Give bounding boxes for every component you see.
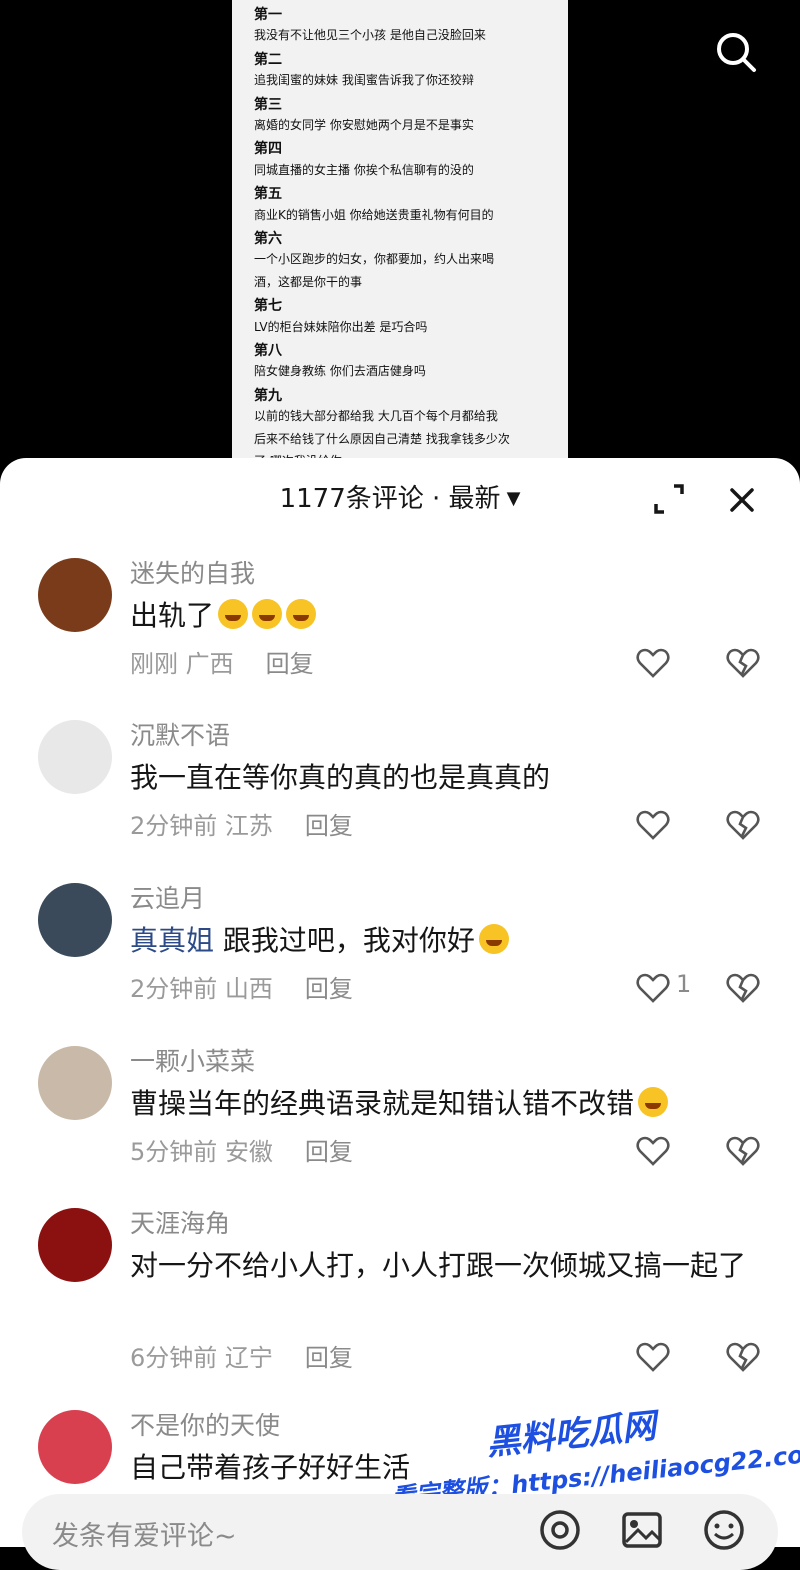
avatar[interactable] xyxy=(38,558,112,632)
post-text-line: 商业K的销售小姐 你给她送贵重礼物有何目的 xyxy=(254,207,494,222)
comment-input-bar[interactable]: 发条有爱评论~ xyxy=(22,1494,778,1570)
comment-region: 辽宁 xyxy=(224,1344,273,1372)
like-heart-icon[interactable] xyxy=(636,808,670,842)
post-section-heading: 第六 xyxy=(254,231,282,247)
post-section-heading: 第五 xyxy=(254,186,282,203)
comment-username[interactable]: 不是你的天使 xyxy=(130,1406,280,1442)
laugh-emoji-icon xyxy=(218,599,249,629)
post-section-heading: 第三 xyxy=(254,96,282,113)
dislike-broken-heart-icon[interactable] xyxy=(726,1340,760,1374)
at-mention-icon[interactable] xyxy=(538,1508,582,1552)
post-section-heading: 第九 xyxy=(254,387,282,404)
comment-username[interactable]: 云追月 xyxy=(130,879,205,915)
comment-meta: 6分钟前 辽宁 回复 xyxy=(130,1338,353,1373)
laugh-emoji-icon xyxy=(252,599,283,629)
comment-text: 对一分不给小人打，小人打跟一次倾城又搞一起了 xyxy=(130,1244,760,1288)
post-text-line: 一个小区跑步的妇女，你都要加，约人出来喝 xyxy=(254,252,495,267)
comment-username[interactable]: 天涯海角 xyxy=(130,1204,230,1240)
reply-button[interactable]: 回复 xyxy=(305,975,353,1003)
close-icon[interactable] xyxy=(724,482,760,518)
comment-time: 5分钟前 xyxy=(130,1138,218,1166)
comment-text: 真真姐 跟我过吧，我对你好 xyxy=(130,919,760,963)
dislike-broken-heart-icon[interactable] xyxy=(726,646,760,680)
dislike-broken-heart-icon[interactable] xyxy=(726,971,760,1005)
comment-body: 自己带着孩子好好生活 xyxy=(130,1451,411,1484)
post-text-line: 酒，这都是你干的事 xyxy=(254,274,363,289)
comment-time: 6分钟前 xyxy=(130,1344,218,1372)
comment-meta: 5分钟前 安徽 回复 xyxy=(130,1132,353,1167)
comment-body: 跟我过吧，我对你好 xyxy=(222,924,475,957)
comment-username[interactable]: 一颗小菜菜 xyxy=(130,1042,255,1078)
post-text-line: 以前的钱大部分都给我 大几百个每个月都给我 xyxy=(254,409,498,424)
comment-time: 2分钟前 xyxy=(130,975,218,1003)
post-text-line: 同城直播的女主播 你挨个私信聊有的没的 xyxy=(254,162,474,177)
like-heart-icon[interactable] xyxy=(636,646,670,680)
reply-button[interactable]: 回复 xyxy=(266,650,314,678)
post-text-line: 后来不给钱了什么原因自己清楚 找我拿钱多少次 xyxy=(254,431,510,446)
comment-text: 出轨了 xyxy=(130,594,760,638)
post-section-heading: 第一 xyxy=(254,7,282,23)
post-section-heading: 第四 xyxy=(254,141,282,158)
comment-input[interactable]: 发条有爱评论~ xyxy=(52,1514,237,1553)
reply-button[interactable]: 回复 xyxy=(305,1344,353,1372)
like-heart-icon[interactable] xyxy=(636,1134,670,1168)
comments-sheet: 1177条评论 · 最新 ▼ 迷失的自我 出轨了 刚刚 广西 回复 沉默不语 我一直在等你真… xyxy=(0,458,800,1547)
laugh-emoji-icon xyxy=(478,924,509,954)
comment-time: 刚刚 xyxy=(130,650,178,678)
image-icon[interactable] xyxy=(620,1508,664,1552)
post-text-line: LV的柜台妹妹陪你出差 是巧合吗 xyxy=(254,319,428,334)
expand-icon[interactable] xyxy=(652,482,686,516)
post-section-heading: 第八 xyxy=(254,343,282,359)
comment-body: 曹操当年的经典语录就是知错认错不改错 xyxy=(130,1087,635,1120)
reply-button[interactable]: 回复 xyxy=(305,812,353,840)
post-text-line: 追我闺蜜的妹妹 我闺蜜告诉我了你还狡辩 xyxy=(254,73,474,88)
comment-meta: 2分钟前 江苏 回复 xyxy=(130,806,353,841)
comment-count-label: 1177条评论 · 最新 xyxy=(279,484,501,514)
meta-spacer xyxy=(217,1344,225,1372)
comment-username[interactable]: 沉默不语 xyxy=(130,716,230,752)
comment-body: 出轨了 xyxy=(130,599,215,632)
avatar[interactable] xyxy=(38,1410,112,1484)
reply-button[interactable]: 回复 xyxy=(305,1138,353,1166)
avatar[interactable] xyxy=(38,883,112,957)
avatar[interactable] xyxy=(38,1046,112,1120)
meta-spacer xyxy=(217,1138,225,1166)
comment-meta: 2分钟前 山西 回复 xyxy=(130,969,353,1004)
comment-username[interactable]: 迷失的自我 xyxy=(130,554,255,590)
mention-spacer xyxy=(214,924,223,957)
dislike-broken-heart-icon[interactable] xyxy=(726,1134,760,1168)
meta-spacer xyxy=(217,975,225,1003)
comment-region: 山西 xyxy=(224,975,273,1003)
post-section-heading: 第七 xyxy=(254,298,282,315)
laugh-emoji-icon xyxy=(638,1087,669,1117)
comment-text: 曹操当年的经典语录就是知错认错不改错 xyxy=(130,1082,760,1126)
post-text-line: 陪女健身教练 你们去酒店健身吗 xyxy=(254,364,426,379)
comment-region: 安徽 xyxy=(224,1138,273,1166)
comment-body: 对一分不给小人打，小人打跟一次倾城又搞一起了 xyxy=(130,1249,747,1282)
post-image: 第一我没有不让他见三个小孩 是他自己没脸回来 第二追我闺蜜的妹妹 我闺蜜告诉我了你… xyxy=(232,0,568,470)
post-text-line: 离婚的女同学 你安慰她两个月是不是事实 xyxy=(254,118,474,132)
comment-time: 2分钟前 xyxy=(130,812,218,840)
comment-region: 江苏 xyxy=(224,812,273,840)
comment-body: 我一直在等你真的真的也是真真的 xyxy=(130,761,551,794)
avatar[interactable] xyxy=(38,1208,112,1282)
dislike-broken-heart-icon[interactable] xyxy=(726,808,760,842)
mention-link[interactable]: 真真姐 xyxy=(130,924,214,957)
avatar[interactable] xyxy=(38,720,112,794)
post-section-heading: 第二 xyxy=(254,51,282,68)
comment-meta: 刚刚 广西 回复 xyxy=(130,644,314,679)
meta-spacer xyxy=(217,812,225,840)
laugh-emoji-icon xyxy=(286,599,317,629)
meta-spacer xyxy=(178,650,186,678)
search-icon[interactable] xyxy=(712,28,760,76)
emoji-icon[interactable] xyxy=(702,1508,746,1552)
comment-region: 广西 xyxy=(185,650,234,678)
like-count: 1 xyxy=(676,970,692,998)
comment-text: 我一直在等你真的真的也是真真的 xyxy=(130,756,760,800)
like-heart-icon[interactable] xyxy=(636,971,670,1005)
like-heart-icon[interactable] xyxy=(636,1340,670,1374)
sort-dropdown-icon[interactable]: ▼ xyxy=(507,488,521,509)
post-text-line: 我没有不让他见三个小孩 是他自己没脸回来 xyxy=(254,28,486,43)
